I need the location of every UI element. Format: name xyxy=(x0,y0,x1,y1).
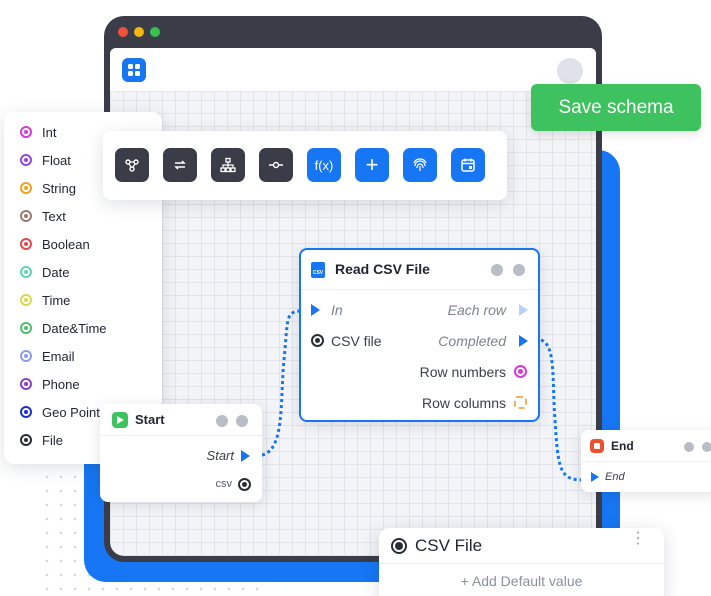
type-label: Date&Time xyxy=(42,320,107,336)
type-label: String xyxy=(42,180,76,196)
type-dot-icon xyxy=(20,210,32,222)
type-dot-icon xyxy=(20,434,32,446)
type-dot-icon xyxy=(20,126,32,138)
plus-glyph: + xyxy=(365,152,379,177)
calendar-icon[interactable] xyxy=(451,148,485,182)
more-menu-icon[interactable]: ⋮ xyxy=(630,531,646,547)
type-label: Float xyxy=(42,152,71,168)
type-item-time[interactable]: Time xyxy=(20,290,70,310)
type-item-geo-point[interactable]: Geo Point xyxy=(20,402,100,422)
help-icon[interactable] xyxy=(216,415,228,427)
type-dot-icon xyxy=(20,378,32,390)
type-label: Date xyxy=(42,264,70,280)
type-item-string[interactable]: String xyxy=(20,178,76,198)
csv-badge: CSV xyxy=(312,270,324,276)
row-columns-label: Row columns xyxy=(421,395,506,411)
commit-node-icon[interactable] xyxy=(259,148,293,182)
type-dot-icon xyxy=(20,406,32,418)
node-title: Read CSV File xyxy=(335,261,430,277)
help-icon[interactable] xyxy=(491,264,503,276)
type-dot-icon xyxy=(20,238,32,250)
type-item-email[interactable]: Email xyxy=(20,346,75,366)
panel-title: CSV File xyxy=(415,536,483,555)
end-port-label: End xyxy=(605,471,625,483)
stop-icon xyxy=(590,439,604,453)
csv-file-label: CSV file xyxy=(331,333,382,349)
plus-icon[interactable]: + xyxy=(355,148,389,182)
row-numbers-label: Row numbers xyxy=(419,364,506,380)
type-item-boolean[interactable]: Boolean xyxy=(20,234,90,254)
type-label: Text xyxy=(42,208,66,224)
comment-icon[interactable] xyxy=(513,264,525,276)
csv-port-icon[interactable] xyxy=(238,478,251,491)
row-numbers-port-icon[interactable] xyxy=(514,365,527,378)
each-row-port-icon[interactable] xyxy=(519,304,528,316)
function-glyph: f(x) xyxy=(314,157,334,173)
in-port-label: In xyxy=(331,302,343,318)
end-node[interactable]: End End xyxy=(581,430,711,492)
start-port-label: Start xyxy=(206,448,234,463)
type-item-text[interactable]: Text xyxy=(20,206,66,226)
start-port-icon[interactable] xyxy=(241,450,250,462)
in-port-icon[interactable] xyxy=(311,304,320,316)
type-item-file[interactable]: File xyxy=(20,430,63,450)
node-title: End xyxy=(611,439,634,453)
hierarchy-icon[interactable] xyxy=(211,148,245,182)
end-port-icon[interactable] xyxy=(591,472,599,482)
row-columns-port-icon[interactable] xyxy=(514,396,527,409)
completed-label: Completed xyxy=(438,333,506,349)
type-item-date[interactable]: Date xyxy=(20,262,69,282)
each-row-label: Each row xyxy=(447,302,506,318)
type-label: Boolean xyxy=(42,236,90,252)
type-dot-icon xyxy=(20,350,32,362)
type-dot-icon xyxy=(20,266,32,278)
type-label: Int xyxy=(42,124,57,140)
file-type-icon xyxy=(391,538,407,554)
type-item-date-time[interactable]: Date&Time xyxy=(20,318,107,338)
type-label: Geo Point xyxy=(42,404,100,420)
type-label: Phone xyxy=(42,376,80,392)
type-dot-icon xyxy=(20,154,32,166)
swap-arrows-icon[interactable] xyxy=(163,148,197,182)
graph-nodes-icon[interactable] xyxy=(115,148,149,182)
comment-icon[interactable] xyxy=(236,415,248,427)
type-dot-icon xyxy=(20,322,32,334)
csv-port-label: csv xyxy=(215,478,233,490)
type-item-float[interactable]: Float xyxy=(20,150,71,170)
help-icon[interactable] xyxy=(684,442,694,452)
node-title: Start xyxy=(135,412,165,427)
type-item-int[interactable]: Int xyxy=(20,122,56,142)
start-node[interactable]: Start Start csv xyxy=(100,404,262,502)
csv-file-port-icon[interactable] xyxy=(311,334,324,347)
type-label: File xyxy=(42,432,63,448)
csv-file-icon: CSV xyxy=(311,262,325,278)
function-icon[interactable]: f(x) xyxy=(307,148,341,182)
save-schema-button[interactable]: Save schema xyxy=(531,84,701,131)
read-csv-node[interactable]: CSV Read CSV File In Each row CSV file C… xyxy=(299,248,540,422)
play-icon xyxy=(112,412,128,428)
completed-port-icon[interactable] xyxy=(519,335,528,347)
add-default-value-link[interactable]: + Add Default value xyxy=(379,573,664,589)
csv-file-panel: CSV File ⋮ + Add Default value xyxy=(379,528,664,596)
type-label: Email xyxy=(42,348,75,364)
type-item-phone[interactable]: Phone xyxy=(20,374,80,394)
type-dot-icon xyxy=(20,294,32,306)
type-dot-icon xyxy=(20,182,32,194)
comment-icon[interactable] xyxy=(702,442,711,452)
type-label: Time xyxy=(42,292,71,308)
fingerprint-icon[interactable] xyxy=(403,148,437,182)
